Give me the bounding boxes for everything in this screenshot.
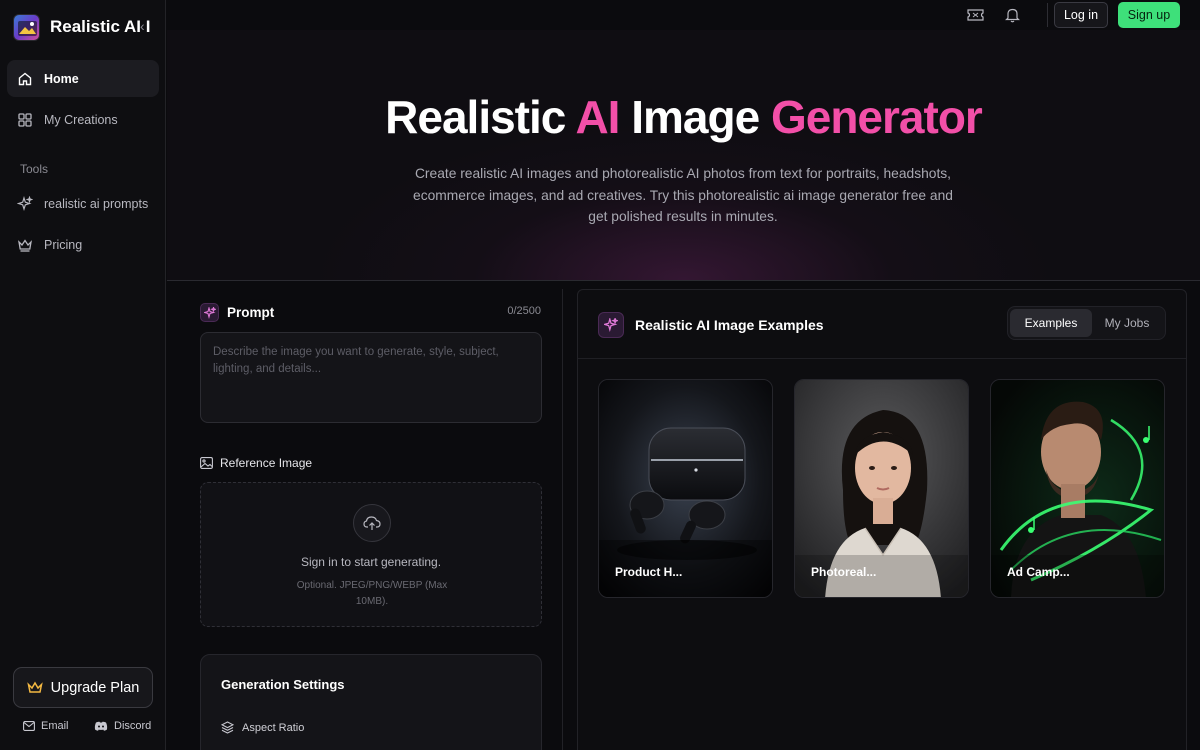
top-bar: [167, 0, 1200, 30]
prompt-char-counter: 0/2500: [507, 305, 541, 317]
sidebar-item-label: realistic ai prompts: [44, 196, 149, 211]
upgrade-plan-button[interactable]: Upgrade Plan: [13, 667, 153, 708]
crown-icon: [26, 681, 43, 695]
discord-icon: [94, 721, 108, 731]
header-divider: [1047, 3, 1048, 27]
hero-title-part: Image: [619, 91, 771, 143]
sidebar: Realistic AI I ‹ Home My Creations Tools…: [0, 0, 166, 750]
hero-title-accent: AI: [575, 91, 620, 143]
login-button[interactable]: Log in: [1054, 2, 1108, 28]
app-logo-icon: [13, 13, 40, 41]
sidebar-item-realistic-ai-prompts[interactable]: realistic ai prompts: [7, 185, 159, 222]
bell-icon[interactable]: [1003, 6, 1021, 24]
example-card-product[interactable]: Product H...: [598, 379, 773, 598]
layers-icon: [221, 721, 234, 734]
examples-title: Realistic AI Image Examples: [635, 317, 824, 333]
sidebar-item-label: Pricing: [44, 237, 83, 252]
generation-settings-panel: Generation Settings Aspect Ratio: [200, 654, 542, 750]
generation-settings-title: Generation Settings: [221, 677, 345, 692]
upgrade-plan-label: Upgrade Plan: [50, 679, 140, 696]
upload-cloud-icon: [353, 504, 391, 542]
grid-icon: [17, 112, 33, 128]
aspect-ratio-label: Aspect Ratio: [242, 721, 305, 734]
image-icon: [200, 457, 213, 469]
sidebar-item-home[interactable]: Home: [7, 60, 159, 97]
mail-icon: [23, 721, 35, 731]
signup-button[interactable]: Sign up: [1118, 2, 1180, 28]
home-icon: [17, 71, 33, 87]
credits-ticket-icon[interactable]: [966, 6, 984, 24]
example-card-portrait[interactable]: Photoreal...: [794, 379, 969, 598]
collapse-sidebar-icon[interactable]: ‹: [140, 18, 145, 34]
hero: Realistic AI Image Generator Create real…: [167, 30, 1200, 281]
examples-panel: Realistic AI Image Examples Examples My …: [577, 289, 1187, 750]
example-card-label: Photoreal...: [811, 565, 877, 579]
hero-title-accent: Generator: [770, 91, 983, 143]
examples-tabs: Examples My Jobs: [1007, 306, 1166, 340]
discord-link[interactable]: Discord: [94, 720, 151, 732]
tab-my-jobs[interactable]: My Jobs: [1092, 309, 1162, 337]
sparkle-icon: [200, 303, 219, 322]
app-name: Realistic AI I: [50, 17, 151, 36]
hero-title-part: Realistic: [385, 91, 576, 143]
discord-label: Discord: [114, 720, 152, 732]
reference-image-dropzone[interactable]: Sign in to start generating. Optional. J…: [200, 482, 542, 627]
tab-examples[interactable]: Examples: [1010, 309, 1092, 337]
prompt-textarea[interactable]: Describe the image you want to generate,…: [200, 332, 542, 423]
examples-header: Realistic AI Image Examples: [598, 312, 824, 338]
tools-section-label: Tools: [20, 162, 49, 176]
upload-hint: Optional. JPEG/PNG/WEBP (Max 10MB).: [296, 580, 448, 607]
generator-form: Prompt 0/2500 Describe the image you wan…: [180, 289, 563, 750]
example-card-ad-campaign[interactable]: Ad Camp...: [990, 379, 1165, 598]
sidebar-item-my-creations[interactable]: My Creations: [7, 101, 159, 138]
brand[interactable]: Realistic AI I: [13, 13, 150, 41]
prompt-header: Prompt: [200, 303, 274, 322]
sidebar-item-label: My Creations: [44, 112, 118, 127]
example-card-label: Ad Camp...: [1007, 565, 1070, 579]
sidebar-item-pricing[interactable]: Pricing: [7, 226, 159, 263]
example-card-label: Product H...: [615, 565, 683, 579]
sparkle-icon: [17, 195, 33, 212]
reference-image-label: Reference Image: [220, 456, 313, 470]
examples-divider: [578, 358, 1186, 359]
sidebar-item-label: Home: [44, 71, 79, 86]
reference-image-header: Reference Image: [200, 456, 312, 470]
hero-title: Realistic AI Image Generator: [167, 90, 1200, 144]
email-label: Email: [41, 720, 69, 732]
hero-subtitle: Create realistic AI images and photoreal…: [413, 166, 953, 224]
upload-title: Sign in to start generating.: [300, 555, 442, 569]
aspect-ratio-header: Aspect Ratio: [221, 721, 304, 734]
prompt-label: Prompt: [227, 305, 275, 320]
sparkle-icon: [598, 312, 624, 338]
crown-icon: [17, 237, 33, 253]
email-link[interactable]: Email: [23, 720, 69, 732]
